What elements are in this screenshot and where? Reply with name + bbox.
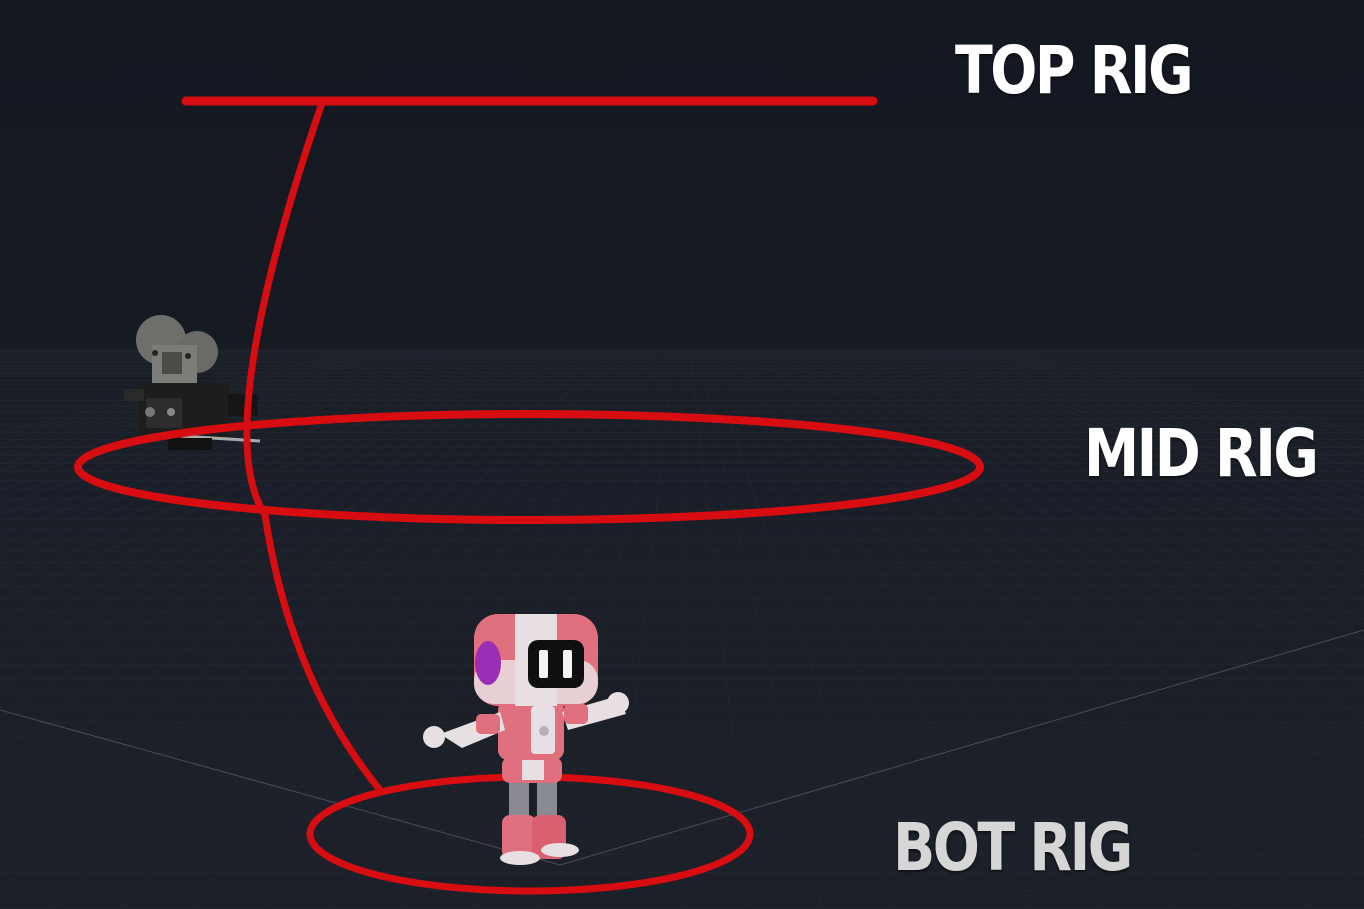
robot-character[interactable] [423, 614, 629, 865]
rig-spline[interactable] [243, 99, 384, 794]
3d-viewport[interactable]: TOP RIG MID RIG BOT RIG [0, 0, 1364, 909]
top-rig-label: TOP RIG [955, 32, 1194, 109]
bot-rig-label: BOT RIG [893, 809, 1133, 886]
mid-rig-orbit[interactable] [74, 410, 984, 524]
mid-rig-label: MID RIG [1084, 415, 1319, 492]
